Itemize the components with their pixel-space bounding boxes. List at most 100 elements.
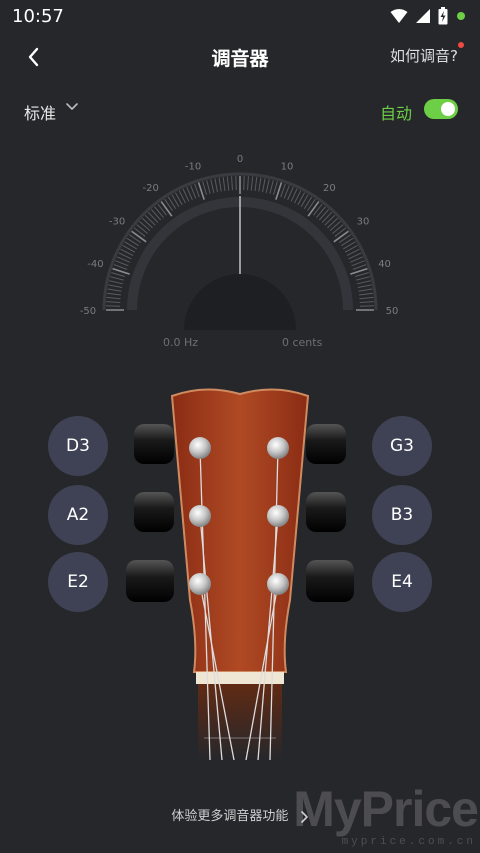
gauge-tick [272, 181, 278, 195]
watermark: MyPrice myprice.com.cn [293, 778, 480, 853]
gauge-tick [352, 264, 367, 270]
tuning-mode-dropdown[interactable]: 标准 [24, 100, 56, 124]
gauge-tick [202, 181, 208, 195]
gauge-tick [144, 214, 156, 226]
gauge-tick-label: -50 [80, 306, 96, 317]
gauge-tick [154, 206, 164, 218]
gauge-tick [214, 178, 219, 193]
app-bar: 调音器 如何调音? [0, 34, 480, 78]
gauge-tick [359, 296, 374, 300]
gauge-tick [280, 183, 286, 198]
gauge-tick [231, 176, 233, 191]
watermark-brand: MyPrice [293, 781, 479, 837]
gauge-tick [356, 276, 370, 281]
gauge-tick [110, 276, 124, 281]
gauge-tick [194, 183, 200, 198]
gauge-tick [210, 179, 215, 193]
howto-link[interactable]: 如何调音? [390, 45, 458, 66]
gauge-tick [357, 284, 372, 289]
gauge-tick [247, 176, 249, 191]
frequency-readout: 0.0 Hz [163, 336, 199, 349]
gauge-tick [250, 176, 254, 191]
gauge-tick [190, 185, 197, 199]
gauge-tick-label: 30 [357, 217, 370, 228]
gauge-tick-label: -20 [142, 183, 158, 194]
notification-dot-icon [457, 12, 465, 20]
gauge-tick [160, 201, 173, 217]
string-button-e2[interactable]: E2 [48, 552, 108, 612]
battery-charging-icon [438, 7, 448, 25]
gauge-tick [218, 177, 222, 192]
gauge-tick [106, 301, 121, 303]
gauge-tick [111, 272, 125, 278]
gauge-tick [222, 176, 226, 192]
gauge-tick [318, 209, 329, 221]
more-features-label: 体验更多调音器功能 [171, 809, 289, 824]
gauge-tick [307, 201, 320, 217]
signal-icon [416, 9, 430, 23]
gauge-tick [151, 209, 162, 221]
string-button-b3[interactable]: B3 [372, 485, 432, 545]
gauge-tick [283, 185, 290, 199]
gauge-tick [258, 177, 262, 192]
gauge-tick [131, 230, 147, 243]
gauge-tick [115, 260, 129, 267]
gauge-tick [109, 280, 123, 285]
gauge-tick [324, 214, 336, 226]
gauge-tick [106, 292, 122, 296]
gauge-tick [358, 288, 373, 292]
gauge-tick-label: -40 [87, 259, 103, 270]
auto-label: 自动 [379, 104, 412, 123]
wifi-icon [390, 9, 408, 23]
gauge-tick-label: 50 [386, 306, 399, 317]
gauge-tick [333, 230, 349, 243]
gauge-tick [321, 211, 333, 223]
cents-gauge: -50 -40 -30 -20 -10 0 10 20 30 40 50 [80, 154, 399, 330]
auto-toggle[interactable] [424, 99, 458, 119]
gauge-tick [265, 179, 270, 193]
gauge-tick [261, 178, 266, 193]
gauge-tick-label: -10 [185, 161, 201, 172]
gauge-tick [359, 301, 374, 303]
gauge-tick-label: -30 [109, 217, 125, 228]
howto-badge-dot [458, 42, 464, 48]
gauge-tick [357, 280, 371, 285]
gauge-tick [147, 211, 159, 223]
gauge-tick-label: 40 [378, 259, 391, 270]
gauge-tick [206, 180, 211, 194]
gauge-tick [107, 288, 122, 292]
gauge-hub [184, 274, 296, 330]
gauge-tick [141, 217, 153, 229]
gauge-tick [139, 221, 151, 232]
status-bar: 10:57 [0, 0, 480, 34]
string-button-a2[interactable]: A2 [48, 485, 108, 545]
gauge-tick [108, 284, 123, 289]
toggle-knob [441, 102, 455, 116]
gauge-tick [106, 296, 121, 300]
gauge-tick [226, 176, 230, 191]
gauge-tick [254, 176, 258, 192]
string-button-d3[interactable]: D3 [48, 416, 108, 476]
gauge-tick [351, 260, 365, 267]
watermark-domain: myprice.com.cn [341, 836, 476, 848]
mode-row: 标准 自动 [0, 92, 480, 128]
gauge-tick [332, 224, 344, 234]
gauge-tick [269, 180, 274, 194]
status-time: 10:57 [12, 6, 64, 27]
cents-readout: 0 cents [282, 336, 323, 349]
gauge-tick-label: 20 [323, 183, 336, 194]
gauge-tick [329, 221, 341, 232]
gauge-tick [113, 264, 128, 270]
guitar-nut [196, 672, 284, 684]
gauge-tick [136, 224, 148, 234]
status-icons [390, 7, 466, 25]
string-button-e4[interactable]: E4 [372, 552, 432, 612]
gauge-tick-label: 0 [237, 154, 243, 165]
gauge-tick [355, 272, 369, 278]
gauge-tick-label: 10 [281, 161, 294, 172]
gauge-tick [327, 217, 339, 229]
chevron-down-icon[interactable] [64, 98, 80, 114]
gauge-tick [358, 292, 374, 296]
headstock-body [170, 388, 310, 673]
string-button-g3[interactable]: G3 [372, 416, 432, 476]
